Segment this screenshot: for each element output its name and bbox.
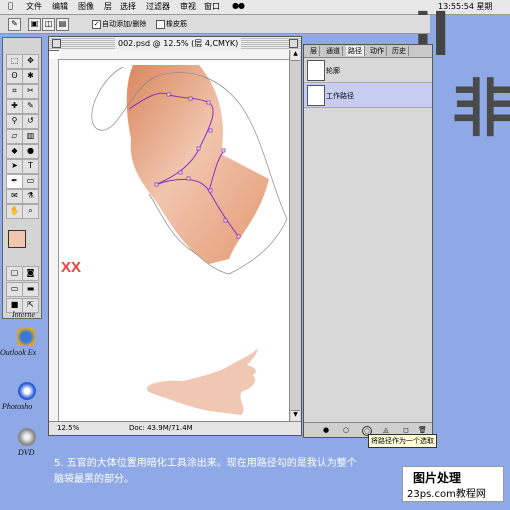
brush-tool-icon[interactable]: ✎	[22, 99, 39, 114]
menu-window[interactable]: 窗口	[204, 1, 220, 12]
pen-tool-icon[interactable]: ✒	[6, 174, 23, 189]
desktop-icon-label-photoshop: Photosho	[2, 402, 33, 411]
fill-path-icon[interactable]: ●	[322, 426, 330, 434]
work-path-thumbnail	[307, 85, 325, 106]
gradient-tool-icon[interactable]: ▥	[22, 129, 39, 144]
desktop-icon-label-dvd: DVD	[18, 448, 35, 457]
standard-mode-icon[interactable]: ▢	[6, 266, 23, 281]
path-mode-icon[interactable]: ◫	[42, 18, 55, 31]
tool-options-bar: ✎ ▣ ◫ ▤ ✓ 自动添加/删除 橡皮筋	[0, 15, 430, 34]
menu-layer[interactable]: 层	[104, 1, 112, 12]
tooltip: 将路径作为一个选取	[368, 434, 437, 448]
palette-tabs: 层 通道 路径 动作 历史	[304, 45, 432, 58]
document-status-bar: 12.5% Doc: 43.9M/71.4M	[49, 421, 301, 435]
type-tool-icon[interactable]: T	[22, 159, 39, 174]
tab-actions[interactable]: 动作	[368, 46, 387, 56]
menu-edit[interactable]: 编辑	[52, 1, 68, 12]
healing-tool-icon[interactable]: ✚	[6, 99, 23, 114]
history-brush-icon[interactable]: ↺	[22, 114, 39, 129]
head-shape	[126, 65, 270, 264]
watermark: 图片处理 23ps.com教程网	[402, 466, 504, 502]
dvd-icon[interactable]	[18, 428, 36, 446]
move-tool-icon[interactable]: ✥	[22, 54, 39, 69]
annotation-xx: XX	[61, 259, 82, 276]
toolbox-palette: ⬚ ✥ ʘ ✱ ⌗ ✂ ✚ ✎ ⚲ ↺ ▱ ▥ ◆ ● ➤ T ✒ ▭ ✉ ⚗ …	[2, 37, 42, 319]
slice-tool-icon[interactable]: ✂	[22, 84, 39, 99]
menu-file[interactable]: 文件	[26, 1, 42, 12]
quickmask-mode-icon[interactable]: ◙	[22, 266, 39, 281]
desktop-large-character: 非	[452, 72, 510, 145]
eraser-tool-icon[interactable]: ▱	[6, 129, 23, 144]
path-row-outline[interactable]: 轮廓	[304, 58, 432, 83]
tab-layers[interactable]: 层	[308, 46, 320, 56]
desktop-icon-label-internet: Interne	[12, 310, 36, 319]
eyedropper-icon[interactable]: ⚗	[22, 189, 39, 204]
watermark-line-1: 图片处理	[413, 471, 462, 485]
image-canvas[interactable]	[59, 59, 289, 421]
new-path-icon[interactable]: ◻	[402, 426, 410, 434]
rubber-band-label: 橡皮筋	[166, 20, 187, 28]
eyes-icon: ●●	[232, 1, 245, 10]
tab-history[interactable]: 历史	[390, 46, 409, 56]
document-title: 002.psd @ 12.5% (层 4,CMYK)	[115, 38, 242, 49]
auto-add-delete-label: 自动添加/删除	[102, 20, 147, 28]
fill-pixels-icon[interactable]: ▤	[56, 18, 69, 31]
screen-mode-2-icon[interactable]: ▬	[22, 282, 39, 297]
screen-mode-1-icon[interactable]: ▭	[6, 282, 23, 297]
caption-line-2: 脑袋最黑的部分。	[54, 474, 134, 485]
hand-tool-icon[interactable]: ✋	[6, 204, 23, 219]
magic-wand-icon[interactable]: ✱	[22, 69, 39, 84]
notes-tool-icon[interactable]: ✉	[6, 189, 23, 204]
marquee-tool-icon[interactable]: ⬚	[6, 54, 23, 69]
pen-mode-icon[interactable]: ✎	[8, 18, 21, 31]
tab-paths[interactable]: 路径	[346, 46, 365, 56]
tutorial-caption: 5. 五官的大体位置用暗化工具涂出来。现在用路径勾的是我认为整个 脑袋最黑的部分…	[54, 456, 414, 488]
hand-shape	[146, 349, 258, 415]
path-select-tool-icon[interactable]: ➤	[6, 159, 23, 174]
scroll-up-arrow-icon[interactable]: ▲	[291, 50, 300, 61]
photoshop-app-icon[interactable]	[18, 382, 36, 400]
rubber-band-checkbox[interactable]	[156, 20, 165, 29]
make-work-path-icon[interactable]: ◬	[382, 426, 390, 434]
outline-path-thumbnail	[307, 60, 325, 81]
zoom-tool-icon[interactable]: ⌕	[22, 204, 39, 219]
stroke-path-icon[interactable]: ○	[342, 426, 350, 434]
desktop-icon-label-outlook: Outlook Ex	[0, 348, 37, 357]
doc-size-info: Doc: 43.9M/71.4M	[129, 424, 193, 432]
zoom-level[interactable]: 12.5%	[57, 424, 79, 432]
shape-tool-icon[interactable]: ▭	[22, 174, 39, 189]
document-window: 002.psd @ 12.5% (层 4,CMYK) ▲ ▼ XX 12.5% …	[48, 36, 302, 436]
path-name-outline: 轮廓	[326, 67, 340, 75]
caption-line-1: 5. 五官的大体位置用暗化工具涂出来。现在用路径勾的是我认为整个	[54, 458, 357, 469]
lasso-tool-icon[interactable]: ʘ	[6, 69, 23, 84]
trash-icon[interactable]: 🗑	[418, 426, 427, 434]
foreground-color-swatch[interactable]	[8, 230, 26, 248]
scroll-down-arrow-icon[interactable]: ▼	[291, 410, 300, 421]
menu-view[interactable]: 审视	[180, 1, 196, 12]
watermark-line-2: 23ps.com教程网	[407, 489, 486, 500]
path-row-work-path[interactable]: 工作路径	[304, 83, 432, 108]
paths-palette: 层 通道 路径 动作 历史 轮廓 工作路径 ● ○ ◌ ◬ ◻ 🗑	[303, 44, 433, 438]
outlook-express-icon[interactable]	[17, 328, 35, 346]
dodge-tool-icon[interactable]: ●	[22, 144, 39, 159]
menu-select[interactable]: 选择	[120, 1, 136, 12]
document-title-bar[interactable]: 002.psd @ 12.5% (层 4,CMYK)	[49, 37, 301, 51]
crop-tool-icon[interactable]: ⌗	[6, 84, 23, 99]
close-box-icon[interactable]	[52, 39, 61, 48]
auto-add-delete-checkbox[interactable]: ✓	[92, 20, 101, 29]
apple-menu-icon[interactable]: 	[8, 1, 13, 10]
stamp-tool-icon[interactable]: ⚲	[6, 114, 23, 129]
tab-channels[interactable]: 通道	[324, 46, 343, 56]
blur-tool-icon[interactable]: ◆	[6, 144, 23, 159]
menu-filter[interactable]: 过滤器	[146, 1, 170, 12]
vertical-scrollbar[interactable]: ▲ ▼	[289, 50, 301, 421]
zoom-box-icon[interactable]	[289, 39, 298, 48]
menu-image[interactable]: 图像	[78, 1, 94, 12]
path-name-work-path: 工作路径	[326, 92, 354, 100]
shape-layer-icon[interactable]: ▣	[28, 18, 41, 31]
vertical-ruler	[49, 59, 59, 421]
